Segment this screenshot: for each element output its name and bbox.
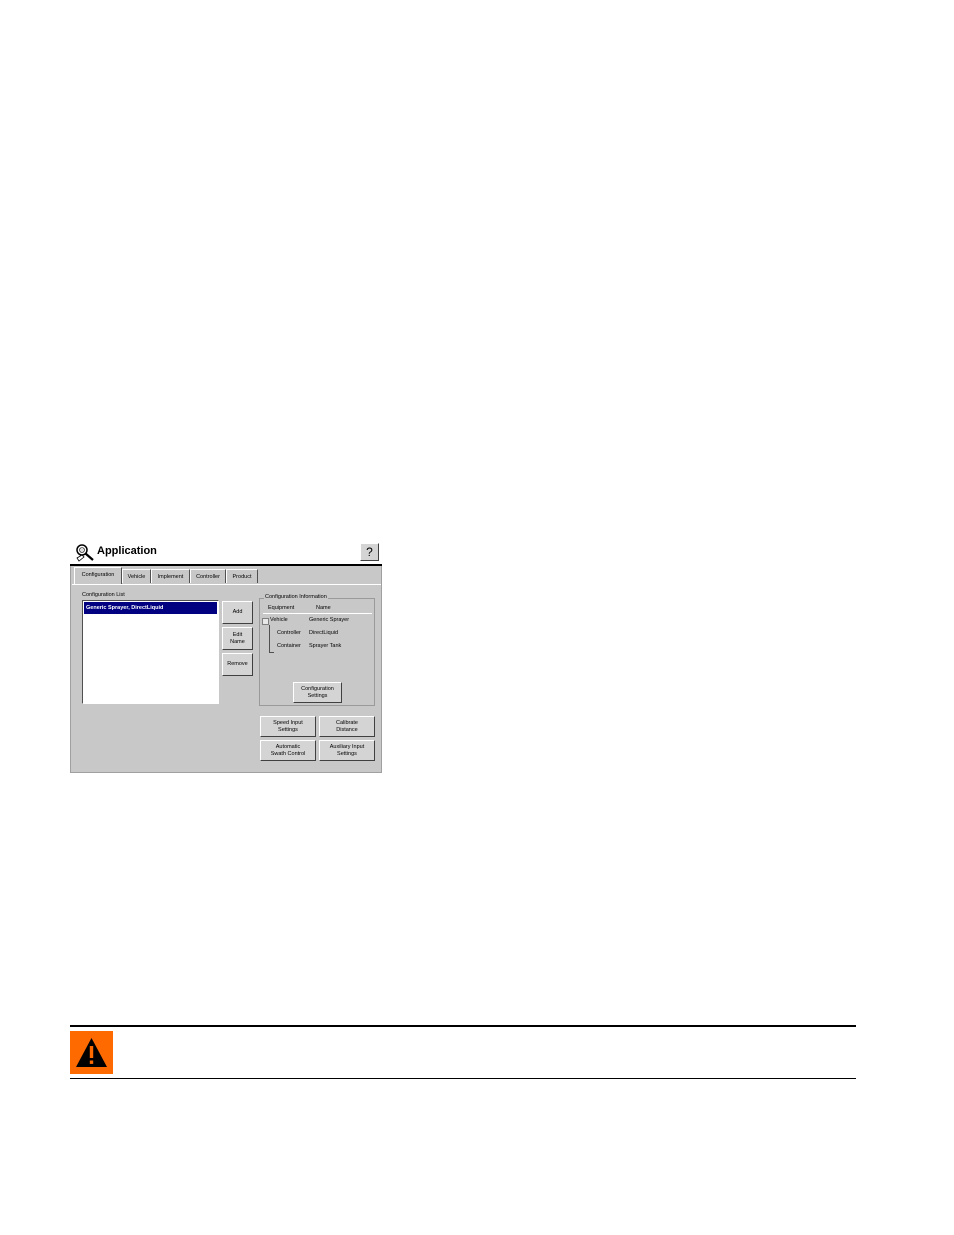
warning-top-rule	[70, 1025, 856, 1027]
tree-row-equipment[interactable]: Container	[277, 643, 301, 649]
tree-row-name: DirectLiquid	[309, 630, 339, 636]
config-info-title: Configuration Information	[264, 594, 328, 600]
application-window: Application ? Configuration Vehicle Impl…	[70, 540, 382, 773]
config-list[interactable]: Generic Sprayer, DirectLiquid	[82, 600, 219, 704]
window-title: Application	[97, 545, 157, 557]
config-info-header: Equipment Name	[263, 603, 372, 614]
tab-product[interactable]: Product	[226, 569, 258, 583]
column-header-name: Name	[316, 605, 331, 611]
tree-connector	[269, 652, 274, 653]
config-info-group: Configuration Information Equipment Name…	[259, 594, 375, 706]
calibrate-distance-button[interactable]: Calibrate Distance	[319, 716, 375, 737]
tab-configuration[interactable]: Configuration	[74, 567, 122, 584]
warning-bottom-rule	[70, 1078, 856, 1079]
add-button[interactable]: Add	[222, 601, 253, 624]
window-client: Configuration Vehicle Implement Controll…	[70, 566, 382, 773]
wrench-magnifier-icon	[74, 543, 96, 563]
tree-collapse-icon[interactable]	[262, 618, 269, 625]
tree-row-equipment[interactable]: Controller	[277, 630, 301, 636]
tab-controller[interactable]: Controller	[190, 569, 226, 583]
title-bar: Application ?	[70, 540, 382, 566]
tree-row-name: Generic Sprayer	[309, 617, 350, 623]
configuration-panel: Configuration List Generic Sprayer, Dire…	[72, 584, 381, 771]
auxiliary-input-settings-button[interactable]: Auxiliary Input Settings	[319, 740, 375, 761]
tab-implement[interactable]: Implement	[151, 569, 190, 583]
tree-connector	[269, 625, 270, 652]
list-item[interactable]: Generic Sprayer, DirectLiquid	[84, 602, 217, 614]
warning-icon	[70, 1031, 113, 1074]
remove-button[interactable]: Remove	[222, 653, 253, 676]
speed-input-settings-button[interactable]: Speed Input Settings	[260, 716, 316, 737]
tree-row-name: Sprayer Tank	[309, 643, 342, 649]
column-header-equipment: Equipment	[268, 605, 295, 611]
config-list-label: Configuration List	[82, 592, 125, 598]
tab-vehicle[interactable]: Vehicle	[122, 569, 151, 583]
automatic-swath-control-button[interactable]: Automatic Swath Control	[260, 740, 316, 761]
edit-name-button[interactable]: Edit Name	[222, 627, 253, 650]
help-button[interactable]: ?	[360, 543, 379, 561]
tree-row-equipment[interactable]: Vehicle	[270, 617, 288, 623]
configuration-settings-button[interactable]: Configuration Settings	[293, 682, 342, 703]
